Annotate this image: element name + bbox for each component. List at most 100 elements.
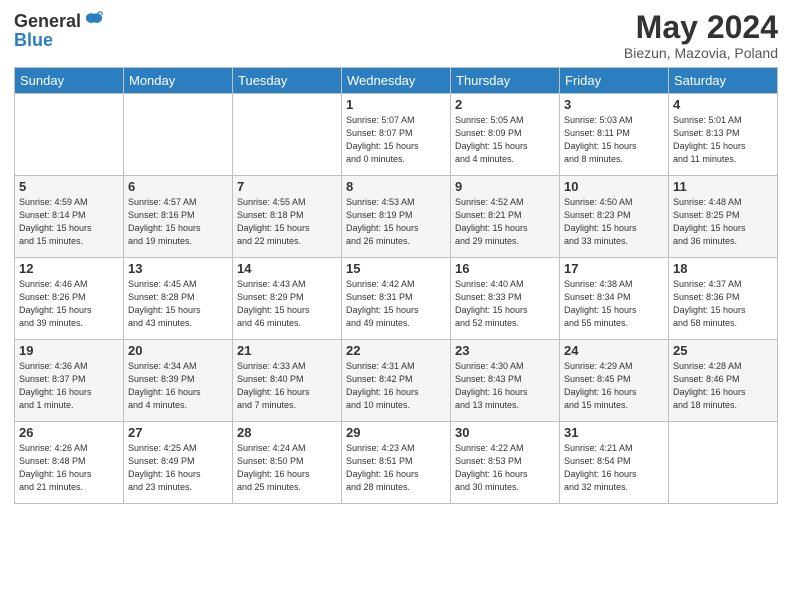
- calendar-header-row: Sunday Monday Tuesday Wednesday Thursday…: [15, 68, 778, 94]
- calendar-table: Sunday Monday Tuesday Wednesday Thursday…: [14, 67, 778, 504]
- calendar-cell-w4-d7: 25Sunrise: 4:28 AM Sunset: 8:46 PM Dayli…: [669, 340, 778, 422]
- day-number: 20: [128, 343, 228, 358]
- day-number: 2: [455, 97, 555, 112]
- calendar-cell-w3-d1: 12 Sunrise: 4:46 AM Sunset: 8:26 PM Dayli…: [15, 258, 124, 340]
- day-number: 23: [455, 343, 555, 358]
- day-number: 28: [237, 425, 337, 440]
- day-info: Sunrise: 4:22 AM Sunset: 8:53 PM Dayligh…: [455, 442, 555, 494]
- logo-bird-icon: [83, 10, 105, 32]
- day-info: Sunrise: 4:48 AM Sunset: 8:25 PM Dayligh…: [673, 196, 773, 248]
- day-info: Sunrise: 5:01 AM Sunset: 8:13 PM Dayligh…: [673, 114, 773, 166]
- day-number: 17: [564, 261, 664, 276]
- day-info: Sunrise: 4:37 AM Sunset: 8:36 PM Dayligh…: [673, 278, 773, 330]
- header-tuesday: Tuesday: [233, 68, 342, 94]
- header-monday: Monday: [124, 68, 233, 94]
- calendar-cell-w1-d3: [233, 94, 342, 176]
- calendar-cell-w1-d6: 3Sunrise: 5:03 AM Sunset: 8:11 PM Daylig…: [560, 94, 669, 176]
- calendar-cell-w5-d1: 26Sunrise: 4:26 AM Sunset: 8:48 PM Dayli…: [15, 422, 124, 504]
- day-number: 5: [19, 179, 119, 194]
- day-number: 15: [346, 261, 446, 276]
- day-number: 24: [564, 343, 664, 358]
- day-number: 12: [19, 261, 119, 276]
- calendar-cell-w5-d7: [669, 422, 778, 504]
- header-friday: Friday: [560, 68, 669, 94]
- calendar-cell-w4-d1: 19 Sunrise: 4:36 AM Sunset: 8:37 PM Dayli…: [15, 340, 124, 422]
- calendar-cell-w5-d3: 28 Sunrise: 4:24 AM Sunset: 8:50 PM Dayli…: [233, 422, 342, 504]
- calendar-cell-w4-d6: 24 Sunrise: 4:29 AM Sunset: 8:45 PM Dayli…: [560, 340, 669, 422]
- calendar-week-5: 26Sunrise: 4:26 AM Sunset: 8:48 PM Dayli…: [15, 422, 778, 504]
- calendar-cell-w2-d5: 9Sunrise: 4:52 AM Sunset: 8:21 PM Daylig…: [451, 176, 560, 258]
- day-info: Sunrise: 4:21 AM Sunset: 8:54 PM Dayligh…: [564, 442, 664, 494]
- calendar-cell-w2-d4: 8 Sunrise: 4:53 AM Sunset: 8:19 PM Daylig…: [342, 176, 451, 258]
- day-info: Sunrise: 4:31 AM Sunset: 8:42 PM Dayligh…: [346, 360, 446, 412]
- day-info: Sunrise: 4:36 AM Sunset: 8:37 PM Dayligh…: [19, 360, 119, 412]
- day-number: 29: [346, 425, 446, 440]
- day-info: Sunrise: 4:59 AM Sunset: 8:14 PM Dayligh…: [19, 196, 119, 248]
- day-number: 21: [237, 343, 337, 358]
- day-info: Sunrise: 4:24 AM Sunset: 8:50 PM Dayligh…: [237, 442, 337, 494]
- day-info: Sunrise: 4:43 AM Sunset: 8:29 PM Dayligh…: [237, 278, 337, 330]
- logo-general: General: [14, 11, 81, 32]
- calendar-cell-w4-d2: 20 Sunrise: 4:34 AM Sunset: 8:39 PM Dayli…: [124, 340, 233, 422]
- day-number: 6: [128, 179, 228, 194]
- day-number: 30: [455, 425, 555, 440]
- calendar-cell-w5-d4: 29 Sunrise: 4:23 AM Sunset: 8:51 PM Dayli…: [342, 422, 451, 504]
- day-info: Sunrise: 4:34 AM Sunset: 8:39 PM Dayligh…: [128, 360, 228, 412]
- calendar-cell-w3-d3: 14 Sunrise: 4:43 AM Sunset: 8:29 PM Dayli…: [233, 258, 342, 340]
- day-info: Sunrise: 4:45 AM Sunset: 8:28 PM Dayligh…: [128, 278, 228, 330]
- page-container: General Blue May 2024 Biezun, Mazovia, P…: [0, 0, 792, 612]
- location-subtitle: Biezun, Mazovia, Poland: [624, 45, 778, 61]
- day-info: Sunrise: 4:25 AM Sunset: 8:49 PM Dayligh…: [128, 442, 228, 494]
- header-saturday: Saturday: [669, 68, 778, 94]
- day-info: Sunrise: 4:53 AM Sunset: 8:19 PM Dayligh…: [346, 196, 446, 248]
- day-info: Sunrise: 4:26 AM Sunset: 8:48 PM Dayligh…: [19, 442, 119, 494]
- header-wednesday: Wednesday: [342, 68, 451, 94]
- calendar-cell-w1-d2: [124, 94, 233, 176]
- day-info: Sunrise: 4:52 AM Sunset: 8:21 PM Dayligh…: [455, 196, 555, 248]
- day-info: Sunrise: 4:42 AM Sunset: 8:31 PM Dayligh…: [346, 278, 446, 330]
- calendar-cell-w1-d4: 1 Sunrise: 5:07 AM Sunset: 8:07 PM Daylig…: [342, 94, 451, 176]
- day-info: Sunrise: 4:46 AM Sunset: 8:26 PM Dayligh…: [19, 278, 119, 330]
- day-info: Sunrise: 4:33 AM Sunset: 8:40 PM Dayligh…: [237, 360, 337, 412]
- day-number: 22: [346, 343, 446, 358]
- calendar-cell-w3-d7: 18 Sunrise: 4:37 AM Sunset: 8:36 PM Dayli…: [669, 258, 778, 340]
- calendar-cell-w3-d2: 13 Sunrise: 4:45 AM Sunset: 8:28 PM Dayli…: [124, 258, 233, 340]
- day-info: Sunrise: 4:23 AM Sunset: 8:51 PM Dayligh…: [346, 442, 446, 494]
- day-number: 8: [346, 179, 446, 194]
- day-number: 14: [237, 261, 337, 276]
- day-number: 11: [673, 179, 773, 194]
- day-number: 16: [455, 261, 555, 276]
- calendar-cell-w2-d7: 11 Sunrise: 4:48 AM Sunset: 8:25 PM Dayli…: [669, 176, 778, 258]
- calendar-cell-w5-d6: 31Sunrise: 4:21 AM Sunset: 8:54 PM Dayli…: [560, 422, 669, 504]
- day-number: 4: [673, 97, 773, 112]
- day-info: Sunrise: 5:07 AM Sunset: 8:07 PM Dayligh…: [346, 114, 446, 166]
- calendar-week-4: 19 Sunrise: 4:36 AM Sunset: 8:37 PM Dayli…: [15, 340, 778, 422]
- calendar-week-2: 5 Sunrise: 4:59 AM Sunset: 8:14 PM Daylig…: [15, 176, 778, 258]
- calendar-cell-w2-d3: 7Sunrise: 4:55 AM Sunset: 8:18 PM Daylig…: [233, 176, 342, 258]
- calendar-cell-w2-d6: 10 Sunrise: 4:50 AM Sunset: 8:23 PM Dayli…: [560, 176, 669, 258]
- day-number: 19: [19, 343, 119, 358]
- day-number: 1: [346, 97, 446, 112]
- day-number: 10: [564, 179, 664, 194]
- day-info: Sunrise: 5:05 AM Sunset: 8:09 PM Dayligh…: [455, 114, 555, 166]
- calendar-cell-w2-d1: 5 Sunrise: 4:59 AM Sunset: 8:14 PM Daylig…: [15, 176, 124, 258]
- logo: General Blue: [14, 10, 105, 51]
- day-number: 27: [128, 425, 228, 440]
- calendar-cell-w3-d4: 15 Sunrise: 4:42 AM Sunset: 8:31 PM Dayli…: [342, 258, 451, 340]
- day-number: 13: [128, 261, 228, 276]
- month-title: May 2024: [624, 10, 778, 45]
- calendar-cell-w4-d3: 21 Sunrise: 4:33 AM Sunset: 8:40 PM Dayli…: [233, 340, 342, 422]
- day-number: 18: [673, 261, 773, 276]
- day-info: Sunrise: 4:29 AM Sunset: 8:45 PM Dayligh…: [564, 360, 664, 412]
- header-thursday: Thursday: [451, 68, 560, 94]
- calendar-week-1: 1 Sunrise: 5:07 AM Sunset: 8:07 PM Daylig…: [15, 94, 778, 176]
- day-number: 3: [564, 97, 664, 112]
- day-info: Sunrise: 4:38 AM Sunset: 8:34 PM Dayligh…: [564, 278, 664, 330]
- calendar-cell-w4-d4: 22 Sunrise: 4:31 AM Sunset: 8:42 PM Dayli…: [342, 340, 451, 422]
- calendar-week-3: 12 Sunrise: 4:46 AM Sunset: 8:26 PM Dayli…: [15, 258, 778, 340]
- calendar-cell-w3-d6: 17 Sunrise: 4:38 AM Sunset: 8:34 PM Dayli…: [560, 258, 669, 340]
- day-number: 25: [673, 343, 773, 358]
- day-info: Sunrise: 4:50 AM Sunset: 8:23 PM Dayligh…: [564, 196, 664, 248]
- header-sunday: Sunday: [15, 68, 124, 94]
- day-info: Sunrise: 4:55 AM Sunset: 8:18 PM Dayligh…: [237, 196, 337, 248]
